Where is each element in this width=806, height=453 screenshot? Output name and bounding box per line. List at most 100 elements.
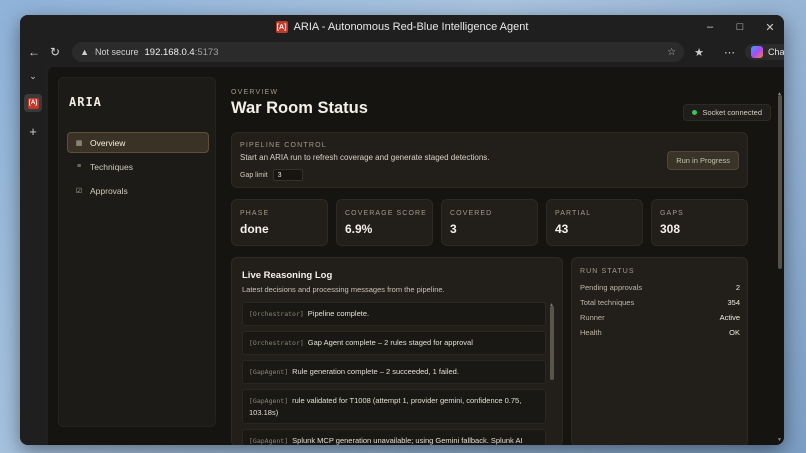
tab-aria[interactable]: [A] — [24, 94, 42, 112]
warning-icon: ▲ — [80, 47, 89, 57]
status-row: Health OK — [580, 325, 740, 340]
stat-card-covered: COVERED 3 — [441, 199, 538, 246]
chat-label: Chat — [767, 47, 784, 57]
log-entry: [GapAgent] rule validated for T1008 (atte… — [242, 389, 546, 424]
new-tab-icon[interactable]: + — [29, 124, 37, 139]
status-value: Active — [719, 313, 740, 322]
log-message: Rule generation complete – 2 succeeded, … — [292, 367, 459, 376]
browser-window: [A] ARIA - Autonomous Red-Blue Intellige… — [20, 15, 784, 445]
sidebar: ARIA ▦ Overview ≡ Techniques ☑ Approvals — [58, 77, 216, 427]
list-icon: ≡ — [76, 163, 82, 170]
page-scroll-down-icon[interactable]: ▼ — [777, 437, 782, 443]
stat-label: COVERED — [450, 210, 493, 217]
maximize-icon[interactable]: □ — [734, 21, 746, 33]
gap-limit-input[interactable] — [272, 169, 303, 181]
log-entry: [Orchestrator] Gap Agent complete – 2 rul… — [242, 331, 546, 355]
log-message: Splunk MCP generation unavailable; using… — [292, 436, 523, 445]
app-page: ARIA ▦ Overview ≡ Techniques ☑ Approvals… — [48, 67, 784, 445]
grid-icon: ▦ — [75, 139, 83, 147]
reasoning-log-card: Live Reasoning Log Latest decisions and … — [231, 257, 563, 445]
log-source: [GapAgent] — [249, 368, 289, 376]
log-source: [GapAgent] — [249, 437, 289, 445]
page-eyebrow: OVERVIEW — [231, 89, 279, 96]
sidebar-nav: ▦ Overview ≡ Techniques ☑ Approvals — [67, 132, 209, 204]
window-title: ARIA - Autonomous Red-Blue Intelligence … — [293, 21, 529, 33]
sidebar-item-techniques[interactable]: ≡ Techniques — [67, 156, 209, 177]
socket-status-badge: Socket connected — [683, 104, 771, 121]
sidebar-item-label: Techniques — [90, 161, 134, 172]
url-text: 192.168.0.4:5173 — [145, 47, 219, 58]
page-scrollbar[interactable] — [778, 95, 782, 269]
log-entry: [Orchestrator] Pipeline complete. — [242, 302, 546, 326]
close-icon[interactable]: ✕ — [764, 21, 776, 34]
gap-limit-label: Gap limit — [240, 171, 268, 179]
run-status-card: RUN STATUS Pending approvals 2 Total tech… — [571, 257, 748, 445]
browser-toolbar: ← ↻ ▲ Not secure 192.168.0.4:5173 ☆ ★ ⋯ … — [20, 39, 784, 65]
stat-label: GAPS — [660, 210, 684, 217]
checkbox-icon: ☑ — [75, 187, 83, 195]
sidebar-item-label: Approvals — [90, 185, 128, 196]
stat-value: 308 — [660, 222, 681, 236]
status-key: Total techniques — [580, 298, 635, 307]
run-status-rows: Pending approvals 2 Total techniques 354 R… — [580, 280, 740, 340]
status-key: Pending approvals — [580, 283, 643, 292]
status-value: OK — [729, 328, 740, 337]
status-key: Runner — [580, 313, 605, 322]
socket-status-text: Socket connected — [702, 108, 762, 117]
sidebar-item-label: Overview — [90, 137, 126, 148]
log-entry: [GapAgent] Splunk MCP generation unavaila… — [242, 429, 546, 445]
pipeline-control-card: PIPELINE CONTROL Start an ARIA run to re… — [231, 132, 748, 188]
reload-icon[interactable]: ↻ — [50, 45, 60, 59]
minimize-icon[interactable]: – — [704, 21, 716, 33]
brand-logo: ARIA — [69, 95, 102, 109]
address-bar[interactable]: ▲ Not secure 192.168.0.4:5173 ☆ — [72, 42, 685, 62]
favorites-icon[interactable]: ★ — [694, 46, 704, 59]
stat-label: COVERAGE SCORE — [345, 210, 427, 217]
chat-button[interactable]: Chat ⌄ — [744, 44, 784, 60]
log-subtitle: Latest decisions and processing messages… — [242, 285, 445, 294]
security-label: Not secure — [94, 47, 139, 57]
log-list[interactable]: [Orchestrator] Pipeline complete. [Orches… — [242, 302, 546, 445]
stat-label: PARTIAL — [555, 210, 592, 217]
sidebar-item-approvals[interactable]: ☑ Approvals — [67, 180, 209, 201]
stat-card-partial: PARTIAL 43 — [546, 199, 643, 246]
log-title: Live Reasoning Log — [242, 270, 333, 281]
stat-card-phase: PHASE done — [231, 199, 328, 246]
log-source: [GapAgent] — [249, 397, 289, 405]
page-title: War Room Status — [231, 99, 368, 117]
stat-card-coverage: COVERAGE SCORE 6.9% — [336, 199, 433, 246]
collapse-tabs-icon[interactable]: ⌄ — [29, 71, 37, 82]
vertical-tab-strip: ⌄ [A] + — [20, 65, 46, 445]
run-status-label: RUN STATUS — [580, 268, 635, 275]
back-arrow-icon[interactable]: ← — [28, 45, 40, 59]
sidebar-item-overview[interactable]: ▦ Overview — [67, 132, 209, 153]
stat-value: 43 — [555, 222, 569, 236]
status-value: 354 — [727, 298, 740, 307]
status-row: Pending approvals 2 — [580, 280, 740, 295]
url-port: :5173 — [194, 46, 219, 58]
stat-value: 3 — [450, 222, 457, 236]
status-dot-icon — [692, 110, 698, 115]
copilot-icon — [750, 46, 763, 58]
log-entry: [GapAgent] Rule generation complete – 2 s… — [242, 360, 546, 384]
app-favicon-icon: [A] — [275, 21, 288, 33]
title-bar: [A] ARIA - Autonomous Red-Blue Intellige… — [20, 15, 784, 39]
run-button[interactable]: Run in Progress — [667, 151, 739, 170]
url-host: 192.168.0.4 — [144, 46, 195, 58]
status-row: Total techniques 354 — [580, 295, 740, 310]
status-key: Health — [580, 328, 602, 337]
log-message: Gap Agent complete – 2 rules staged for … — [307, 338, 473, 347]
log-message: Pipeline complete. — [307, 309, 370, 318]
log-source: [Orchestrator] — [249, 339, 304, 347]
more-menu-icon[interactable]: ⋯ — [724, 46, 735, 59]
favorite-star-icon[interactable]: ☆ — [667, 47, 676, 58]
gap-limit-group: Gap limit — [240, 169, 303, 181]
pipeline-label: PIPELINE CONTROL — [240, 142, 327, 149]
status-row: Runner Active — [580, 310, 740, 325]
pipeline-description: Start an ARIA run to refresh coverage an… — [240, 153, 490, 162]
log-source: [Orchestrator] — [249, 310, 304, 318]
stat-label: PHASE — [240, 210, 270, 217]
stat-value: 6.9% — [345, 222, 373, 236]
main-content: OVERVIEW War Room Status Socket connecte… — [231, 67, 771, 445]
log-scrollbar[interactable] — [550, 306, 554, 380]
